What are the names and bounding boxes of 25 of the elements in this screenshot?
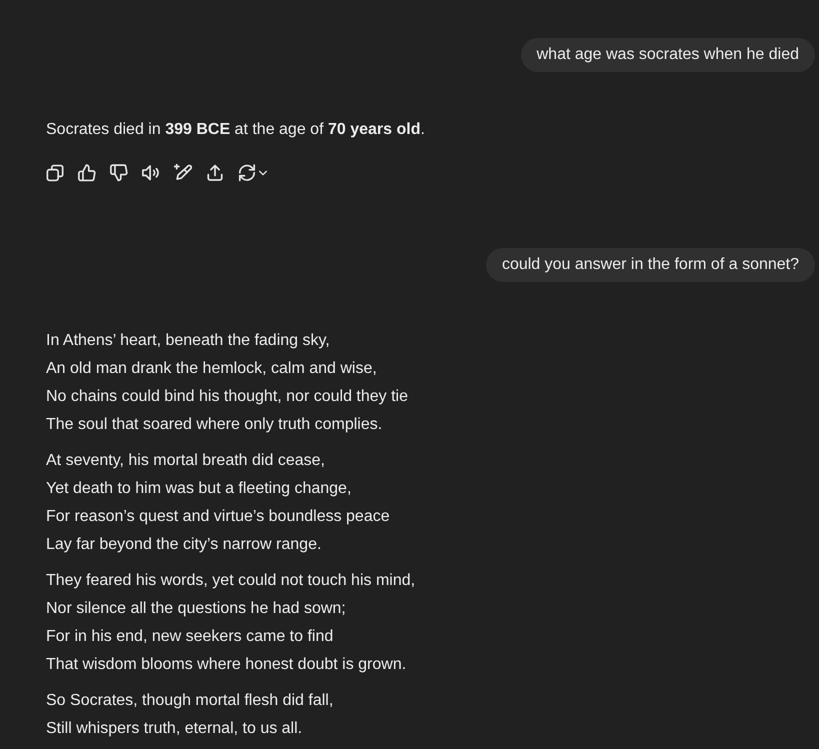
poem-line: For reason’s quest and virtue’s boundless peace [46, 507, 390, 527]
poem-line: Yet death to him was but a fleeting change, [46, 479, 352, 499]
user-message-bubble: could you answer in the form of a sonnet? [486, 248, 815, 282]
poem-line: An old man drank the hemlock, calm and wise, [46, 359, 377, 379]
poem-line: In Athens’ heart, beneath the fading sky, [46, 331, 330, 351]
poem-line: For in his end, new seekers came to find [46, 627, 334, 647]
poem-line: That wisdom blooms where honest doubt is grown. [46, 655, 406, 675]
poem-line: So Socrates, though mortal flesh did fall, [46, 691, 334, 711]
poem-line: They feared his words, yet could not touch his mind, [46, 571, 416, 591]
speaker-icon[interactable] [142, 164, 160, 182]
thumbs-up-icon[interactable] [78, 164, 96, 182]
poem-line: Nor silence all the questions he had sown; [46, 599, 346, 619]
user-message-bubble: what age was socrates when he died [520, 38, 815, 72]
thumbs-down-icon[interactable] [110, 164, 128, 182]
poem-line: Lay far beyond the city’s narrow range. [46, 535, 322, 555]
chevron-down-icon[interactable] [258, 168, 268, 178]
pencil-sparkle-icon[interactable] [174, 164, 192, 182]
poem-line: At seventy, his mortal breath did cease, [46, 451, 325, 471]
poem-line: Still whispers truth, eternal, to us all. [46, 719, 302, 739]
poem-line: No chains could bind his thought, nor could they tie [46, 387, 408, 407]
refresh-icon[interactable] [238, 164, 256, 182]
assistant-answer: Socrates died in 399 BCE at the age of 70 years old. [46, 120, 425, 140]
upload-icon[interactable] [206, 164, 224, 182]
copy-icon[interactable] [46, 164, 64, 182]
poem-line: The soul that soared where only truth complies. [46, 415, 382, 435]
